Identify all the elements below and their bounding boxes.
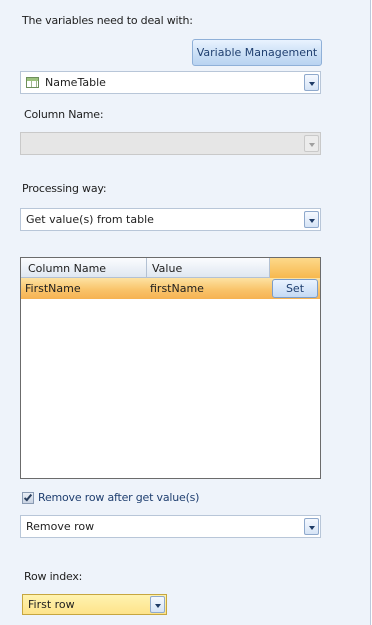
table-select[interactable]: NameTable [20, 71, 321, 94]
column-name-select [20, 132, 321, 155]
remove-row-select-value: Remove row [26, 520, 95, 533]
variables-label: The variables need to deal with: [22, 14, 193, 27]
variable-management-button[interactable]: Variable Management [192, 39, 322, 66]
grid-header: Column Name Value [21, 258, 320, 278]
processing-way-select-value: Get value(s) from table [26, 213, 154, 226]
processing-way-select[interactable]: Get value(s) from table [20, 208, 321, 231]
processing-way-label: Processing way: [22, 182, 107, 195]
chevron-down-icon[interactable] [304, 74, 319, 91]
chevron-down-icon[interactable] [304, 211, 319, 228]
row-value[interactable]: firstName [150, 282, 204, 295]
grid-header-value[interactable]: Value [152, 262, 182, 275]
row-column-name: FirstName [25, 282, 81, 295]
table-icon [26, 77, 39, 88]
grid-header-action [270, 258, 320, 278]
column-name-label: Column Name: [24, 108, 104, 121]
remove-row-select[interactable]: Remove row [20, 515, 321, 538]
grid-header-separator [146, 258, 147, 278]
grid-header-column-name[interactable]: Column Name [28, 262, 106, 275]
table-select-value: NameTable [45, 76, 106, 89]
column-value-grid[interactable]: Column Name Value FirstName firstName Se… [20, 257, 321, 479]
remove-row-checkbox[interactable] [22, 492, 34, 504]
row-index-label: Row index: [24, 570, 83, 583]
set-button[interactable]: Set [272, 279, 318, 298]
row-index-select-value: First row [28, 598, 75, 611]
checkmark-icon [23, 492, 33, 502]
chevron-down-icon[interactable] [304, 518, 319, 535]
row-index-select[interactable]: First row [22, 594, 167, 615]
chevron-down-icon [304, 135, 319, 152]
chevron-down-icon[interactable] [150, 596, 165, 613]
remove-row-checkbox-label[interactable]: Remove row after get value(s) [38, 491, 199, 504]
properties-panel: The variables need to deal with: Variabl… [0, 0, 371, 625]
